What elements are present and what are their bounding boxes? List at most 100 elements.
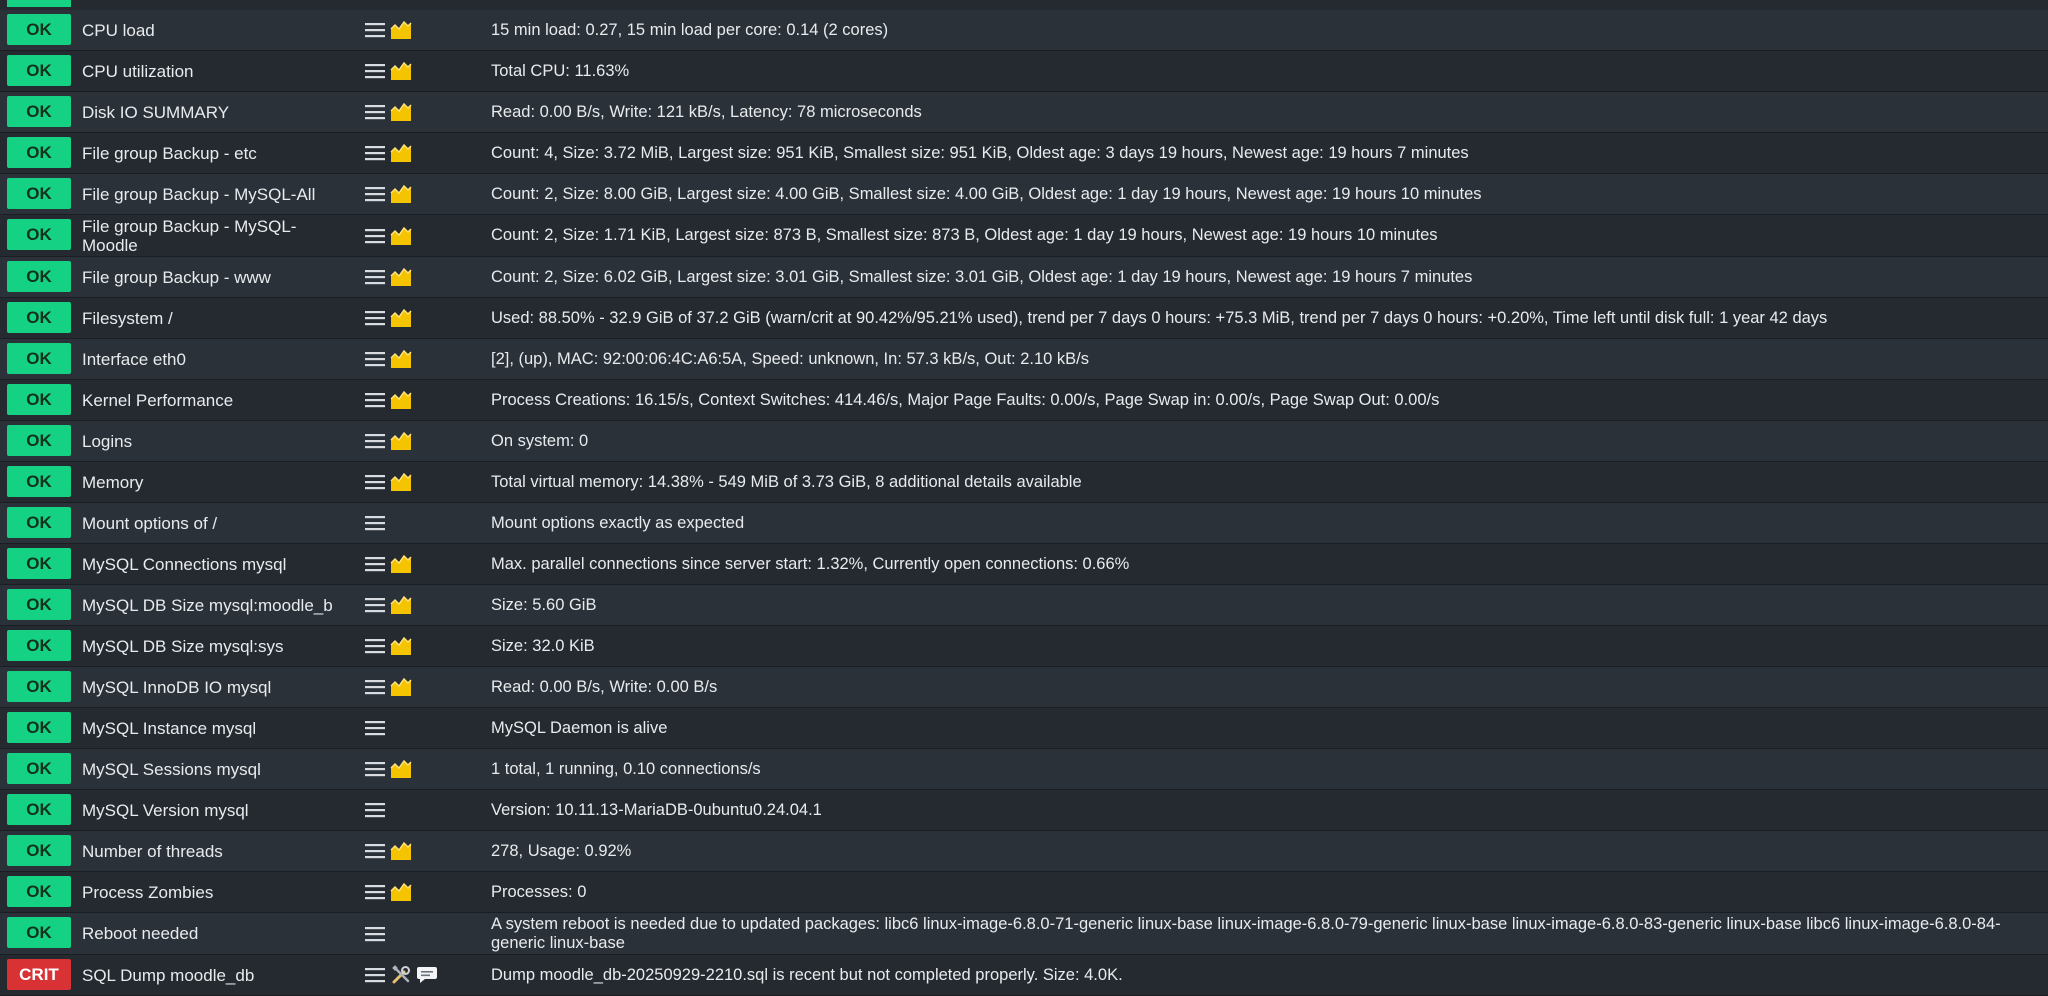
perfometer-graph-icon[interactable] bbox=[390, 758, 412, 780]
hamburger-menu-icon[interactable] bbox=[364, 840, 386, 862]
perfometer-graph-icon[interactable] bbox=[390, 348, 412, 370]
service-icons bbox=[364, 708, 386, 748]
service-name-link[interactable]: File group Backup - www bbox=[82, 257, 352, 297]
service-name-link[interactable]: Number of threads bbox=[82, 831, 352, 871]
service-name-link[interactable]: Process Zombies bbox=[82, 872, 352, 912]
service-row: OK Disk IO SUMMARY Read: 0.00 B/s, Write: … bbox=[0, 92, 2048, 133]
service-row: OK MySQL Version mysql Version: 10.11.13-M… bbox=[0, 790, 2048, 831]
service-icons bbox=[364, 298, 412, 338]
hamburger-menu-icon[interactable] bbox=[364, 635, 386, 657]
service-summary: Total virtual memory: 14.38% - 549 MiB o… bbox=[491, 472, 1082, 491]
service-icons bbox=[364, 174, 412, 214]
service-name-link[interactable]: MySQL Instance mysql bbox=[82, 708, 352, 748]
hamburger-menu-icon[interactable] bbox=[364, 389, 386, 411]
hamburger-menu-icon[interactable] bbox=[364, 183, 386, 205]
perfometer-graph-icon[interactable] bbox=[390, 594, 412, 616]
service-name-link[interactable]: File group Backup - MySQL-Moodle bbox=[82, 215, 352, 256]
state-badge: OK bbox=[7, 302, 71, 333]
perfometer-graph-icon[interactable] bbox=[390, 676, 412, 698]
hamburger-menu-icon[interactable] bbox=[364, 307, 386, 329]
perfometer-graph-icon[interactable] bbox=[390, 142, 412, 164]
hamburger-menu-icon[interactable] bbox=[364, 594, 386, 616]
service-row: OK CPU utilization Total CPU: 11.63% bbox=[0, 51, 2048, 92]
perfometer-graph-icon[interactable] bbox=[390, 881, 412, 903]
service-icons bbox=[364, 339, 412, 379]
perfometer-graph-icon[interactable] bbox=[390, 389, 412, 411]
hamburger-menu-icon[interactable] bbox=[364, 512, 386, 534]
service-name-link[interactable]: MySQL DB Size mysql:sys bbox=[82, 626, 352, 666]
service-summary: Total CPU: 11.63% bbox=[491, 61, 630, 80]
hamburger-menu-icon[interactable] bbox=[364, 676, 386, 698]
service-name-link[interactable]: MySQL Sessions mysql bbox=[82, 749, 352, 789]
perfometer-graph-icon[interactable] bbox=[390, 225, 412, 247]
service-row: OK MySQL Sessions mysql 1 total, 1 running… bbox=[0, 749, 2048, 790]
perfometer-graph-icon[interactable] bbox=[390, 471, 412, 493]
service-row: OK File group Backup - MySQL-Moodle Count:… bbox=[0, 215, 2048, 257]
service-name-link[interactable]: Memory bbox=[82, 462, 352, 502]
hamburger-menu-icon[interactable] bbox=[364, 881, 386, 903]
service-row: OK Process Zombies Processes: 0 bbox=[0, 872, 2048, 913]
service-name-link[interactable]: MySQL Version mysql bbox=[82, 790, 352, 830]
hamburger-menu-icon[interactable] bbox=[364, 799, 386, 821]
hamburger-menu-icon[interactable] bbox=[364, 60, 386, 82]
service-row: OK Memory Total virtual memory: 14.38% - 5… bbox=[0, 462, 2048, 503]
hamburger-menu-icon[interactable] bbox=[364, 266, 386, 288]
perfometer-graph-icon[interactable] bbox=[390, 553, 412, 575]
perfometer-graph-icon[interactable] bbox=[390, 840, 412, 862]
hamburger-menu-icon[interactable] bbox=[364, 19, 386, 41]
hamburger-menu-icon[interactable] bbox=[364, 553, 386, 575]
service-name-link[interactable]: SQL Dump moodle_db bbox=[82, 955, 352, 995]
comment-icon[interactable] bbox=[416, 964, 438, 986]
hamburger-menu-icon[interactable] bbox=[364, 471, 386, 493]
service-icons bbox=[364, 421, 412, 461]
service-name-link[interactable]: Filesystem / bbox=[82, 298, 352, 338]
perfometer-graph-icon[interactable] bbox=[390, 430, 412, 452]
perfometer-graph-icon[interactable] bbox=[390, 307, 412, 329]
service-name-link[interactable]: CPU load bbox=[82, 10, 352, 50]
hamburger-menu-icon[interactable] bbox=[364, 964, 386, 986]
hamburger-menu-icon[interactable] bbox=[364, 717, 386, 739]
service-summary: 278, Usage: 0.92% bbox=[491, 841, 632, 860]
hamburger-menu-icon[interactable] bbox=[364, 758, 386, 780]
service-icons bbox=[364, 749, 412, 789]
service-name-link[interactable]: Reboot needed bbox=[82, 913, 352, 954]
hamburger-menu-icon[interactable] bbox=[364, 225, 386, 247]
service-name-link[interactable]: File group Backup - etc bbox=[82, 133, 352, 173]
service-row: OK Number of threads 278, Usage: 0.92% bbox=[0, 831, 2048, 872]
hamburger-menu-icon[interactable] bbox=[364, 348, 386, 370]
service-row: OK MySQL InnoDB IO mysql Read: 0.00 B/s, W… bbox=[0, 667, 2048, 708]
service-name-link[interactable]: MySQL Connections mysql bbox=[82, 544, 352, 584]
service-name-link[interactable]: Mount options of / bbox=[82, 503, 352, 543]
service-name-link[interactable]: MySQL InnoDB IO mysql bbox=[82, 667, 352, 707]
service-name-link[interactable]: Interface eth0 bbox=[82, 339, 352, 379]
service-name-link[interactable]: Kernel Performance bbox=[82, 380, 352, 420]
perfometer-graph-icon[interactable] bbox=[390, 60, 412, 82]
perfometer-graph-icon[interactable] bbox=[390, 266, 412, 288]
service-name-link[interactable]: Disk IO SUMMARY bbox=[82, 92, 352, 132]
service-row: OK Interface eth0 [2], (up), MAC: 92:00:06… bbox=[0, 339, 2048, 380]
service-name-link[interactable]: MySQL DB Size mysql:moodle_b bbox=[82, 585, 352, 625]
service-row: OK MySQL DB Size mysql:sys Size: 32.0 KiB bbox=[0, 626, 2048, 667]
perfometer-graph-icon[interactable] bbox=[390, 635, 412, 657]
service-row: OK File group Backup - www Count: 2, Size:… bbox=[0, 257, 2048, 298]
wrench-screwdriver-icon[interactable] bbox=[390, 964, 412, 986]
service-summary: Max. parallel connections since server s… bbox=[491, 554, 1130, 573]
perfometer-graph-icon[interactable] bbox=[390, 19, 412, 41]
service-icons bbox=[364, 215, 412, 256]
hamburger-menu-icon[interactable] bbox=[364, 430, 386, 452]
state-badge: OK bbox=[7, 753, 71, 784]
hamburger-menu-icon[interactable] bbox=[364, 923, 386, 945]
state-badge: OK bbox=[7, 876, 71, 907]
perfometer-graph-icon[interactable] bbox=[390, 183, 412, 205]
service-name-link[interactable]: Logins bbox=[82, 421, 352, 461]
service-name-link[interactable]: CPU utilization bbox=[82, 51, 352, 91]
perfometer-graph-icon[interactable] bbox=[390, 101, 412, 123]
service-summary: Count: 4, Size: 3.72 MiB, Largest size: … bbox=[491, 143, 1469, 162]
state-badge: OK bbox=[7, 671, 71, 702]
service-row: OK Kernel Performance Process Creations: 1… bbox=[0, 380, 2048, 421]
service-summary: Read: 0.00 B/s, Write: 0.00 B/s bbox=[491, 677, 718, 696]
hamburger-menu-icon[interactable] bbox=[364, 101, 386, 123]
service-name-link[interactable]: File group Backup - MySQL-All bbox=[82, 174, 352, 214]
hamburger-menu-icon[interactable] bbox=[364, 142, 386, 164]
service-summary: Processes: 0 bbox=[491, 882, 587, 901]
